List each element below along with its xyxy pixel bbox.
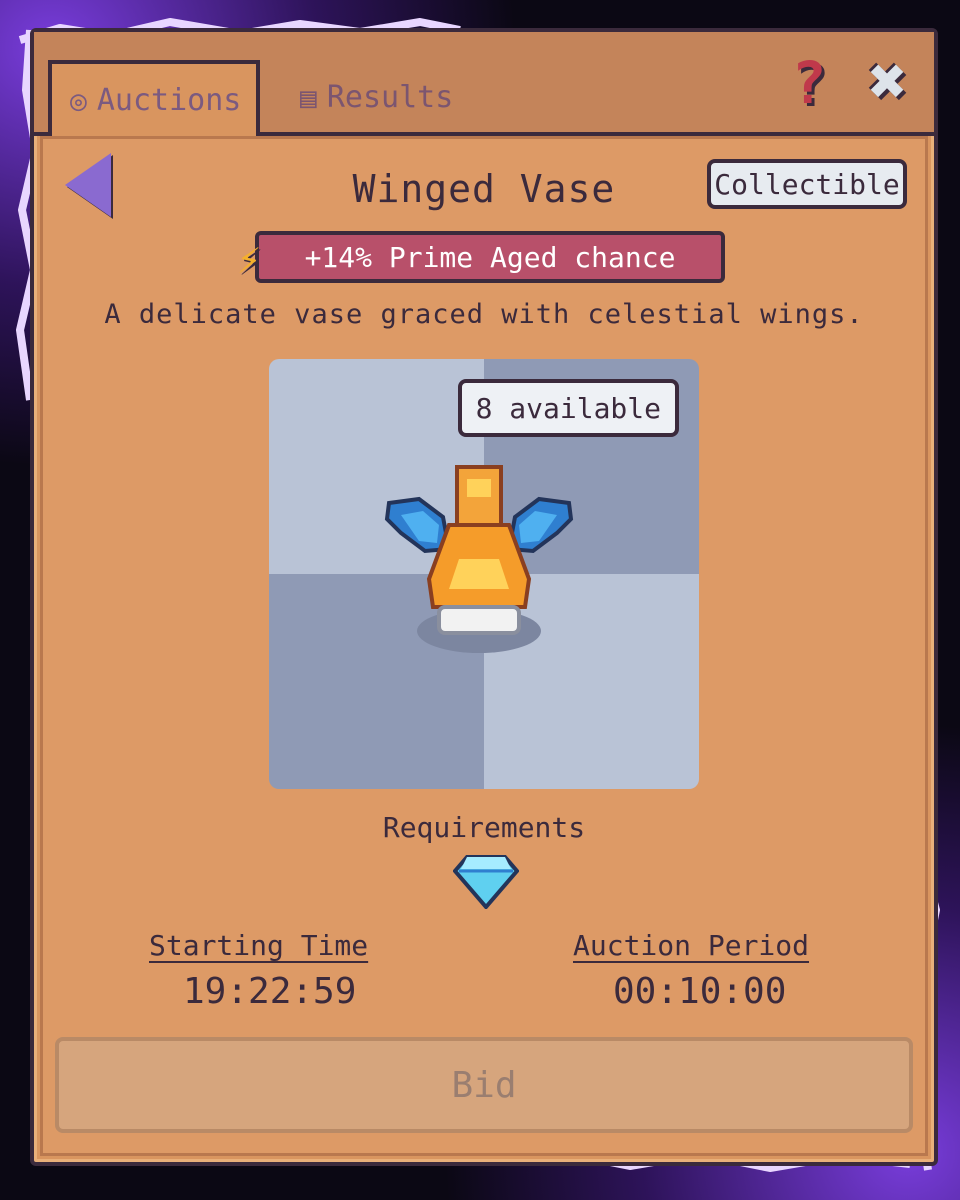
tab-bar: ◎ Auctions ▤ Results ? ✖ — [34, 32, 934, 136]
coin-icon: ◎ — [70, 83, 87, 117]
starting-time-value: 19:22:59 — [183, 971, 357, 1012]
tab-auctions-label: Auctions — [96, 82, 242, 118]
close-button[interactable]: ✖ — [856, 45, 920, 119]
lightning-icon: ⚡ — [237, 237, 262, 283]
starting-time-label: Starting Time — [149, 929, 369, 962]
requirements-label: Requirements — [382, 811, 586, 844]
auction-period-value: 00:10:00 — [613, 971, 787, 1012]
category-badge: Collectible — [707, 159, 907, 209]
close-icon: ✖ — [868, 45, 908, 119]
bid-button-label: Bid — [451, 1064, 517, 1106]
tab-results-label: Results — [326, 79, 454, 115]
bid-button[interactable]: Bid — [55, 1037, 913, 1133]
winged-vase-icon — [384, 465, 574, 653]
tab-results[interactable]: ▤ Results — [292, 62, 453, 132]
question-icon: ? — [791, 49, 827, 117]
scroll-icon: ▤ — [300, 80, 317, 114]
auction-details: Winged Vase Collectible ⚡ +14% Prime Age… — [40, 136, 928, 1156]
boost-banner: ⚡ +14% Prime Aged chance — [237, 231, 725, 283]
available-count-badge: 8 available — [457, 379, 679, 437]
diamond-gem-icon — [453, 855, 519, 909]
help-button[interactable]: ? — [784, 49, 834, 117]
tab-auctions[interactable]: ◎ Auctions — [48, 60, 260, 136]
boost-text: +14% Prime Aged chance — [304, 240, 676, 274]
auction-period-label: Auction Period — [573, 929, 810, 962]
auction-panel: ◎ Auctions ▤ Results ? ✖ Winged Vase Col… — [30, 28, 938, 1166]
item-description: A delicate vase graced with celestial wi… — [104, 299, 864, 330]
item-showcase: 8 available — [269, 359, 699, 789]
